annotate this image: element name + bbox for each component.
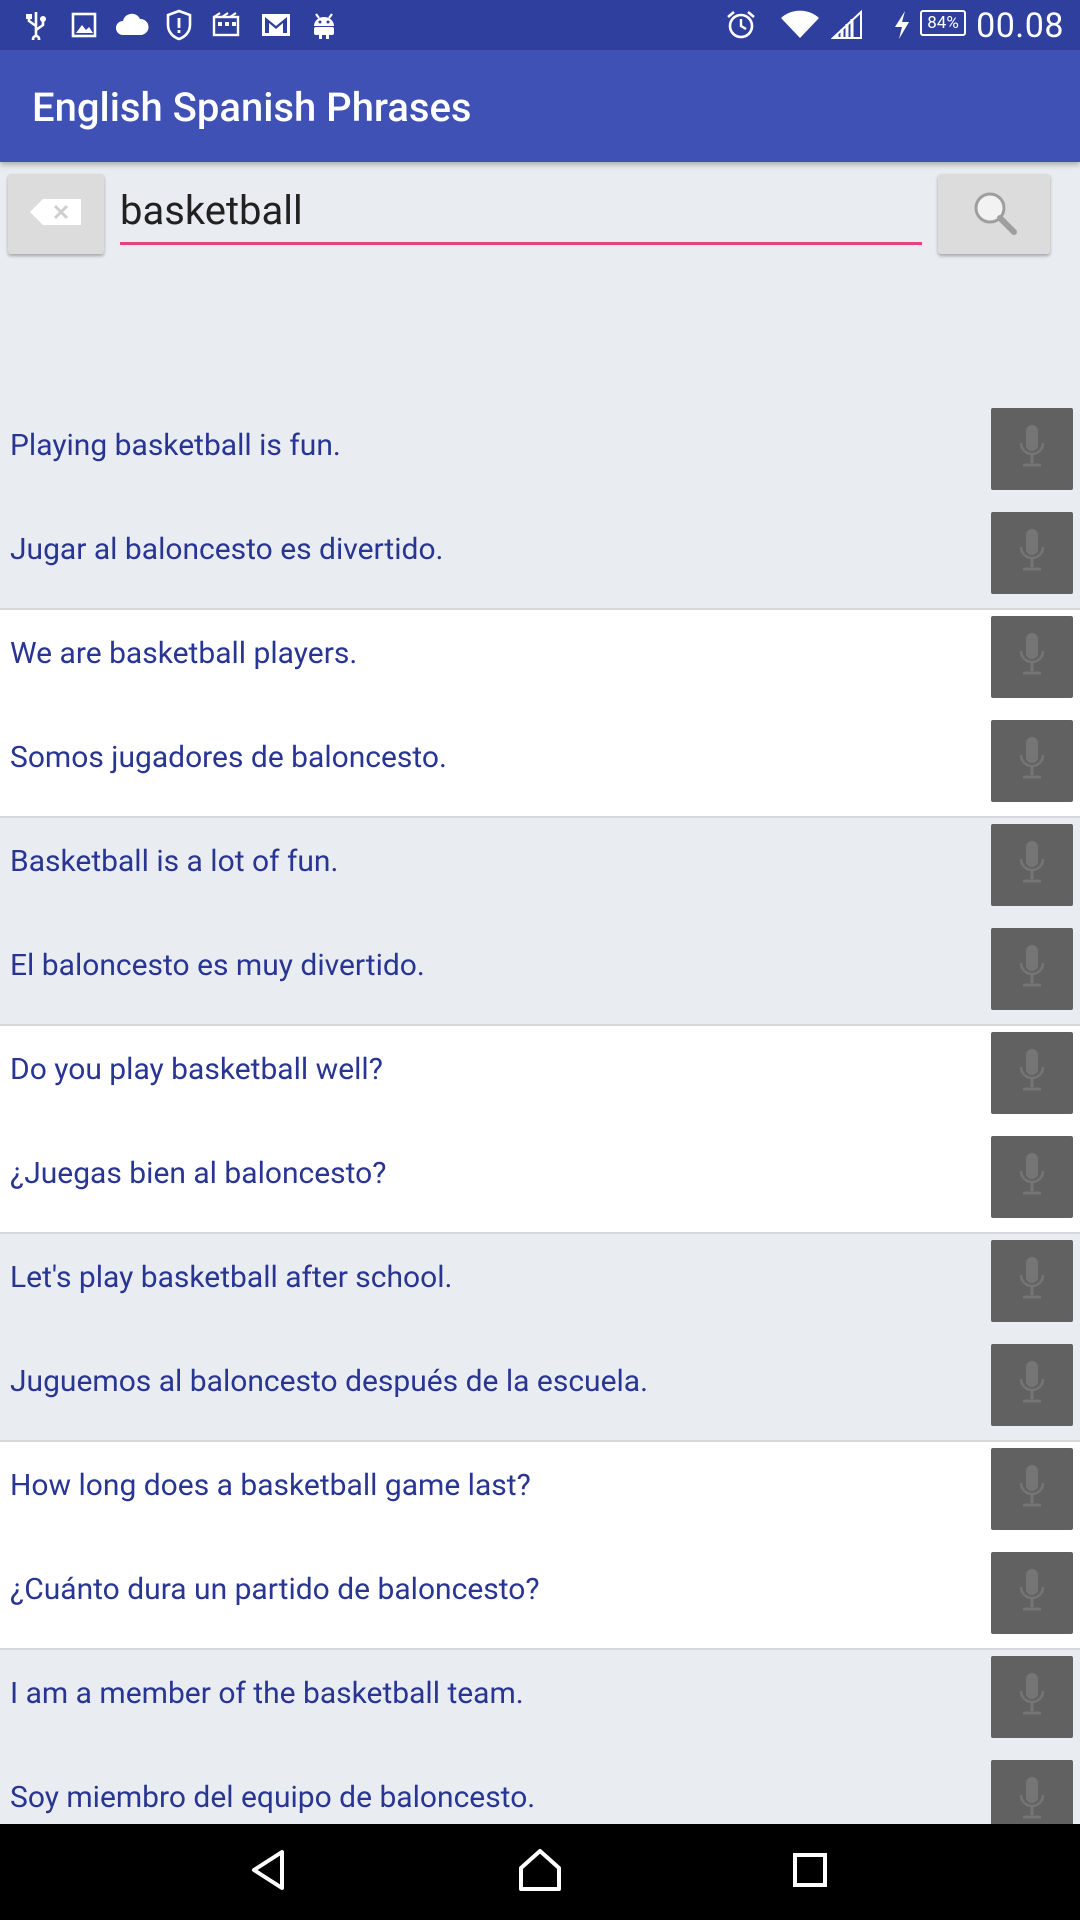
usb-icon: [22, 9, 50, 41]
speak-spanish-button[interactable]: [991, 1344, 1073, 1426]
microphone-icon: [1015, 1565, 1049, 1621]
spanish-phrase: ¿Cuánto dura un partido de baloncesto?: [10, 1572, 540, 1607]
charging-icon: [890, 9, 914, 41]
speak-spanish-button[interactable]: [991, 512, 1073, 594]
recents-icon: [790, 1850, 830, 1894]
speak-spanish-button[interactable]: [991, 1760, 1073, 1824]
microphone-icon: [1015, 629, 1049, 685]
spanish-phrase-row[interactable]: Soy miembro del equipo de baloncesto.: [0, 1754, 1080, 1824]
english-phrase: Do you play basketball well?: [10, 1052, 383, 1087]
app-title: English Spanish Phrases: [32, 84, 472, 131]
spanish-phrase-row[interactable]: ¿Cuánto dura un partido de baloncesto?: [0, 1546, 1080, 1650]
spanish-phrase: Somos jugadores de baloncesto.: [10, 740, 447, 775]
shield-alert-icon: [164, 9, 194, 41]
english-phrase: Let's play basketball after school.: [10, 1260, 453, 1295]
phrase-pair: I am a member of the basketball team. So…: [0, 1650, 1080, 1824]
microphone-icon: [1015, 733, 1049, 789]
microphone-icon: [1015, 941, 1049, 997]
speak-english-button[interactable]: [991, 1656, 1073, 1738]
back-icon: [248, 1848, 292, 1896]
spanish-phrase-row[interactable]: El baloncesto es muy divertido.: [0, 922, 1080, 1026]
spanish-phrase: Soy miembro del equipo de baloncesto.: [10, 1780, 536, 1815]
english-phrase-row[interactable]: Let's play basketball after school.: [0, 1234, 1080, 1338]
backspace-icon: [29, 197, 83, 231]
gmail-icon: [260, 9, 292, 41]
spanish-phrase-row[interactable]: Somos jugadores de baloncesto.: [0, 714, 1080, 818]
english-phrase-row[interactable]: How long does a basketball game last?: [0, 1442, 1080, 1546]
microphone-icon: [1015, 837, 1049, 893]
english-phrase: Basketball is a lot of fun.: [10, 844, 339, 879]
microphone-icon: [1015, 1149, 1049, 1205]
english-phrase-row[interactable]: Playing basketball is fun.: [0, 402, 1080, 506]
microphone-icon: [1015, 1773, 1049, 1824]
spanish-phrase-row[interactable]: ¿Juegas bien al baloncesto?: [0, 1130, 1080, 1234]
android-icon: [310, 9, 338, 41]
english-phrase-row[interactable]: I am a member of the basketball team.: [0, 1650, 1080, 1754]
microphone-icon: [1015, 1253, 1049, 1309]
phrase-pair: Basketball is a lot of fun. El baloncest…: [0, 818, 1080, 1026]
microphone-icon: [1015, 1045, 1049, 1101]
home-icon: [517, 1848, 563, 1896]
battery-indicator: 84%: [920, 10, 966, 36]
speak-spanish-button[interactable]: [991, 1552, 1073, 1634]
phrase-pair: We are basketball players. Somos jugador…: [0, 610, 1080, 818]
clear-search-button[interactable]: [8, 174, 104, 254]
search-button[interactable]: [938, 174, 1050, 254]
speak-english-button[interactable]: [991, 824, 1073, 906]
wifi-icon: [780, 9, 820, 41]
microphone-icon: [1015, 1461, 1049, 1517]
film-icon: [212, 9, 242, 41]
phrase-pair: Let's play basketball after school. Jugu…: [0, 1234, 1080, 1442]
microphone-icon: [1015, 421, 1049, 477]
english-phrase-row[interactable]: Basketball is a lot of fun.: [0, 818, 1080, 922]
speak-english-button[interactable]: [991, 1448, 1073, 1530]
spanish-phrase: El baloncesto es muy divertido.: [10, 948, 425, 983]
navigation-bar: [0, 1824, 1080, 1920]
spanish-phrase-row[interactable]: Juguemos al baloncesto después de la esc…: [0, 1338, 1080, 1442]
search-input[interactable]: [120, 178, 922, 245]
magnifier-icon: [970, 188, 1018, 240]
phrase-pair: How long does a basketball game last? ¿C…: [0, 1442, 1080, 1650]
clock: 00.08: [976, 6, 1064, 46]
spanish-phrase-row[interactable]: Jugar al baloncesto es divertido.: [0, 506, 1080, 610]
microphone-icon: [1015, 1357, 1049, 1413]
signal-icon: [830, 9, 864, 41]
microphone-icon: [1015, 1669, 1049, 1725]
image-icon: [70, 9, 98, 41]
english-phrase-row[interactable]: We are basketball players.: [0, 610, 1080, 714]
english-phrase-row[interactable]: Do you play basketball well?: [0, 1026, 1080, 1130]
spanish-phrase: Juguemos al baloncesto después de la esc…: [10, 1364, 648, 1399]
speak-english-button[interactable]: [991, 1240, 1073, 1322]
speak-spanish-button[interactable]: [991, 928, 1073, 1010]
back-button[interactable]: [240, 1844, 300, 1900]
status-bar: 84% 00.08: [0, 0, 1080, 50]
phrase-pair: Playing basketball is fun. Jugar al balo…: [0, 402, 1080, 610]
cloud-icon: [114, 9, 150, 41]
alarm-icon: [724, 9, 758, 41]
speak-spanish-button[interactable]: [991, 720, 1073, 802]
search-bar: [0, 162, 1080, 402]
recents-button[interactable]: [780, 1844, 840, 1900]
speak-spanish-button[interactable]: [991, 1136, 1073, 1218]
microphone-icon: [1015, 525, 1049, 581]
spanish-phrase: Jugar al baloncesto es divertido.: [10, 532, 444, 567]
english-phrase: I am a member of the basketball team.: [10, 1676, 524, 1711]
app-bar: English Spanish Phrases: [0, 50, 1080, 162]
phrase-pair: Do you play basketball well? ¿Juegas bie…: [0, 1026, 1080, 1234]
english-phrase: We are basketball players.: [10, 636, 358, 671]
speak-english-button[interactable]: [991, 1032, 1073, 1114]
phrase-list: Playing basketball is fun. Jugar al balo…: [0, 402, 1080, 1824]
speak-english-button[interactable]: [991, 408, 1073, 490]
home-button[interactable]: [510, 1844, 570, 1900]
english-phrase: How long does a basketball game last?: [10, 1468, 531, 1503]
english-phrase: Playing basketball is fun.: [10, 428, 341, 463]
speak-english-button[interactable]: [991, 616, 1073, 698]
spanish-phrase: ¿Juegas bien al baloncesto?: [10, 1156, 387, 1191]
